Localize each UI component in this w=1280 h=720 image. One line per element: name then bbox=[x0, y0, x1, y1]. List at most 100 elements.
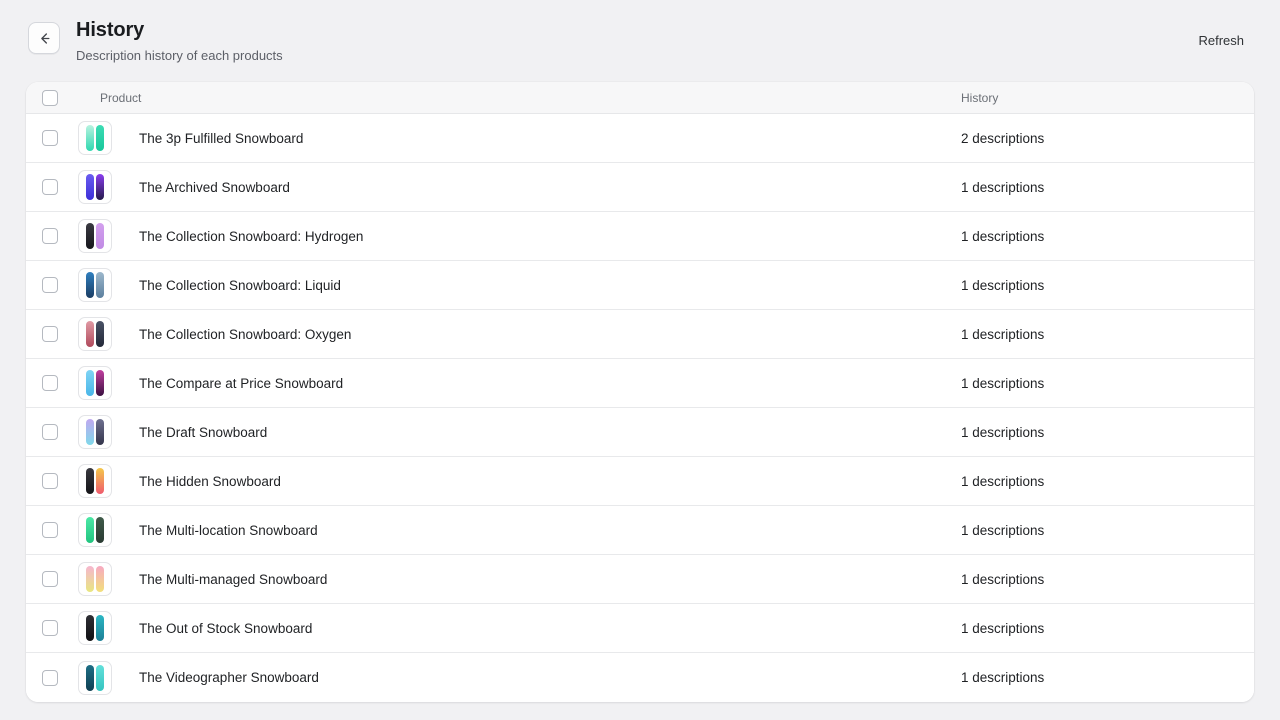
table-row[interactable]: The Videographer Snowboard 1 descriptions bbox=[26, 653, 1254, 702]
row-select-checkbox[interactable] bbox=[42, 277, 58, 293]
snowboard-shape bbox=[86, 321, 94, 347]
product-name: The Videographer Snowboard bbox=[139, 670, 319, 685]
row-select-cell bbox=[26, 228, 74, 244]
product-thumbnail bbox=[78, 464, 112, 498]
product-cell: The 3p Fulfilled Snowboard bbox=[74, 121, 954, 155]
table-row[interactable]: The 3p Fulfilled Snowboard 2 descriptions bbox=[26, 114, 1254, 163]
row-select-cell bbox=[26, 669, 74, 686]
product-name: The Draft Snowboard bbox=[139, 424, 268, 440]
row-select-checkbox[interactable] bbox=[42, 669, 58, 686]
product-thumbnail bbox=[78, 219, 112, 253]
history-count: 1 descriptions bbox=[961, 228, 1045, 244]
snowboard-shape bbox=[86, 517, 94, 543]
product-cell: The Compare at Price Snowboard bbox=[74, 366, 954, 400]
product-thumbnail bbox=[78, 268, 112, 302]
product-cell: The Collection Snowboard: Hydrogen bbox=[74, 219, 954, 253]
snowboard-shape bbox=[86, 468, 94, 494]
row-select-checkbox[interactable] bbox=[42, 522, 58, 538]
snowboard-shape bbox=[86, 615, 94, 641]
snowboard-shape bbox=[96, 272, 104, 298]
snowboard-shape bbox=[96, 664, 104, 691]
history-count: 1 descriptions bbox=[961, 375, 1045, 391]
snowboard-shape bbox=[96, 125, 104, 151]
snowboard-shape bbox=[96, 468, 104, 494]
product-thumbnail bbox=[78, 611, 112, 645]
history-count: 1 descriptions bbox=[961, 522, 1045, 538]
history-count: 2 descriptions bbox=[961, 130, 1045, 146]
snowboard-shape bbox=[96, 223, 104, 249]
snowboard-shape bbox=[86, 223, 94, 249]
product-cell: The Multi-managed Snowboard bbox=[74, 562, 954, 596]
page-subtitle: Description history of each products bbox=[76, 48, 283, 63]
table-header-row: Product History bbox=[26, 82, 1254, 114]
snowboard-shape bbox=[96, 566, 104, 592]
snowboard-shape bbox=[96, 517, 104, 543]
history-count: 1 descriptions bbox=[961, 424, 1045, 440]
product-name: The Hidden Snowboard bbox=[139, 473, 281, 489]
row-select-checkbox[interactable] bbox=[42, 571, 58, 587]
row-select-checkbox[interactable] bbox=[42, 130, 58, 146]
history-count: 1 descriptions bbox=[961, 277, 1045, 293]
history-count: 1 descriptions bbox=[961, 620, 1045, 636]
product-cell: The Draft Snowboard bbox=[74, 415, 954, 449]
product-name: The Collection Snowboard: Oxygen bbox=[139, 326, 352, 342]
product-thumbnail bbox=[78, 317, 112, 351]
table-row[interactable]: The Draft Snowboard 1 descriptions bbox=[26, 408, 1254, 457]
history-count: 1 descriptions bbox=[961, 326, 1045, 342]
table-row[interactable]: The Collection Snowboard: Liquid 1 descri… bbox=[26, 261, 1254, 310]
table-row[interactable]: The Hidden Snowboard 1 descriptions bbox=[26, 457, 1254, 506]
row-select-checkbox[interactable] bbox=[42, 326, 58, 342]
row-select-cell bbox=[26, 620, 74, 636]
product-name: The Archived Snowboard bbox=[139, 179, 290, 195]
product-cell: The Multi-location Snowboard bbox=[74, 513, 954, 547]
arrow-left-icon bbox=[37, 31, 52, 46]
select-all-cell bbox=[26, 89, 74, 106]
table-row[interactable]: The Archived Snowboard 1 descriptions bbox=[26, 163, 1254, 212]
snowboard-shape bbox=[96, 615, 104, 641]
select-all-checkbox[interactable] bbox=[42, 89, 58, 106]
table-row[interactable]: The Out of Stock Snowboard 1 descriptions bbox=[26, 604, 1254, 653]
row-select-checkbox[interactable] bbox=[42, 179, 58, 195]
history-count: 1 descriptions bbox=[961, 179, 1045, 195]
row-select-cell bbox=[26, 522, 74, 538]
snowboard-shape bbox=[96, 321, 104, 347]
product-cell: The Collection Snowboard: Liquid bbox=[74, 268, 954, 302]
history-count: 1 descriptions bbox=[961, 473, 1045, 489]
row-select-cell bbox=[26, 179, 74, 195]
row-select-cell bbox=[26, 473, 74, 489]
product-cell: The Hidden Snowboard bbox=[74, 464, 954, 498]
back-button[interactable] bbox=[28, 22, 60, 54]
history-count: 1 descriptions bbox=[961, 571, 1045, 587]
snowboard-shape bbox=[96, 419, 104, 445]
row-select-checkbox[interactable] bbox=[42, 473, 58, 489]
row-select-checkbox[interactable] bbox=[42, 228, 58, 244]
column-header-product[interactable]: Product bbox=[74, 91, 954, 105]
row-select-cell bbox=[26, 571, 74, 587]
row-select-checkbox[interactable] bbox=[42, 424, 58, 440]
table-row[interactable]: The Compare at Price Snowboard 1 descript… bbox=[26, 359, 1254, 408]
snowboard-shape bbox=[86, 125, 94, 151]
row-select-cell bbox=[26, 130, 74, 146]
row-select-checkbox[interactable] bbox=[42, 375, 58, 391]
column-header-history[interactable]: History bbox=[954, 91, 1254, 105]
table-row[interactable]: The Collection Snowboard: Oxygen 1 descri… bbox=[26, 310, 1254, 359]
snowboard-shape bbox=[86, 174, 94, 200]
table-row[interactable]: The Collection Snowboard: Hydrogen 1 desc… bbox=[26, 212, 1254, 261]
snowboard-shape bbox=[86, 419, 94, 445]
history-count: 1 descriptions bbox=[961, 670, 1045, 685]
row-select-cell bbox=[26, 375, 74, 391]
product-cell: The Videographer Snowboard bbox=[74, 660, 954, 695]
row-select-checkbox[interactable] bbox=[42, 620, 58, 636]
table-row[interactable]: The Multi-location Snowboard 1 descriptio… bbox=[26, 506, 1254, 555]
product-thumbnail bbox=[78, 660, 112, 695]
snowboard-shape bbox=[86, 664, 94, 691]
product-name: The Multi-managed Snowboard bbox=[139, 571, 328, 587]
refresh-button[interactable]: Refresh bbox=[1194, 27, 1248, 54]
product-thumbnail bbox=[78, 121, 112, 155]
product-name: The Out of Stock Snowboard bbox=[139, 620, 313, 636]
product-name: The Compare at Price Snowboard bbox=[139, 375, 344, 391]
table-row[interactable]: The Multi-managed Snowboard 1 description… bbox=[26, 555, 1254, 604]
product-cell: The Archived Snowboard bbox=[74, 170, 954, 204]
product-name: The Collection Snowboard: Liquid bbox=[139, 277, 341, 293]
product-thumbnail bbox=[78, 170, 112, 204]
